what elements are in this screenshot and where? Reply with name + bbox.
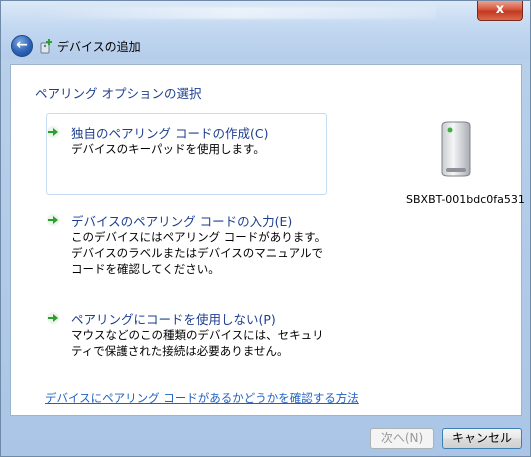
- back-button[interactable]: ←: [11, 35, 33, 57]
- green-arrow-icon: [47, 312, 59, 324]
- content-panel: ペアリング オプションの選択 独自のペアリング コードの作成(C) デバイスのキ…: [10, 64, 525, 416]
- green-arrow-icon: [47, 126, 59, 138]
- option-description: マウスなどのこの種類のデバイスには、セキュリティで保護された接続は必要ありません…: [71, 328, 324, 358]
- option-description: デバイスのキーパッドを使用します。: [71, 142, 265, 156]
- next-button[interactable]: 次へ(N): [370, 428, 434, 449]
- help-link[interactable]: デバイスにペアリング コードがあるかどうかを確認する方法: [45, 390, 359, 406]
- device-name: SBXBT-001bdc0fa531: [406, 193, 525, 206]
- add-device-icon: [40, 39, 52, 54]
- add-device-window: x ← デバイスの追加 ペアリング オプションの選択 独自のペアリング コードの…: [0, 0, 531, 457]
- close-button[interactable]: x: [477, 1, 523, 21]
- window-title: デバイスの追加: [57, 40, 141, 54]
- option-title: デバイスのペアリング コードの入力(E): [71, 214, 293, 229]
- page-heading: ペアリング オプションの選択: [35, 86, 202, 101]
- bluetooth-device-icon: [441, 121, 471, 177]
- blurred-address-bar: [31, 7, 436, 19]
- green-arrow-icon: [47, 214, 59, 226]
- title-bar: x ← デバイスの追加: [1, 1, 530, 59]
- option-title: 独自のペアリング コードの作成(C): [71, 126, 269, 141]
- cancel-button[interactable]: キャンセル: [442, 428, 522, 449]
- option-title: ペアリングにコードを使用しない(P): [71, 312, 276, 327]
- option-description: このデバイスにはペアリング コードがあります。デバイスのラベルまたはデバイスのマ…: [71, 230, 327, 276]
